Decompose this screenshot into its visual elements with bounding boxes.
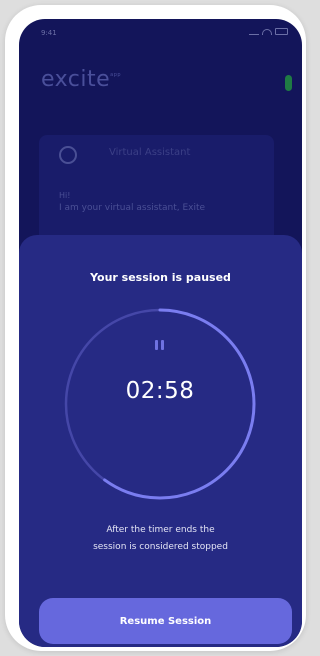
phone-frame: 9:41 exciteapp Virtual Assistant Hi! I a… <box>5 5 306 651</box>
timer-note-line-2: session is considered stopped <box>93 542 228 552</box>
status-icons <box>249 28 288 35</box>
signal-icon <box>249 28 259 35</box>
sheet-title: Your session is paused <box>90 271 231 284</box>
app-screen: 9:41 exciteapp Virtual Assistant Hi! I a… <box>19 19 302 647</box>
resume-session-button[interactable]: Resume Session <box>39 598 292 644</box>
avatar-icon <box>59 146 77 164</box>
app-header: exciteapp <box>19 67 302 107</box>
timer-note: After the timer ends the session is cons… <box>39 522 282 556</box>
paused-session-sheet: Your session is paused 02:58 After the t… <box>19 235 302 647</box>
logo-superscript: app <box>110 72 122 78</box>
status-indicator[interactable] <box>285 75 292 91</box>
assistant-greeting: Hi! <box>59 191 71 200</box>
battery-icon <box>275 28 288 35</box>
logo-text: excite <box>41 67 111 92</box>
assistant-message-card: Virtual Assistant Hi! I am your virtual … <box>39 135 274 245</box>
timer-value: 02:58 <box>125 378 195 404</box>
pause-icon <box>155 340 165 350</box>
timer-note-line-1: After the timer ends the <box>106 525 215 535</box>
countdown-timer: 02:58 <box>55 299 265 509</box>
assistant-message: I am your virtual assistant, Exite <box>59 203 206 213</box>
assistant-name: Virtual Assistant <box>109 147 191 158</box>
timer-ring <box>64 308 256 500</box>
app-logo: exciteapp <box>41 67 121 92</box>
wifi-icon <box>262 28 272 35</box>
status-bar: 9:41 <box>19 19 302 45</box>
status-time: 9:41 <box>41 29 57 37</box>
